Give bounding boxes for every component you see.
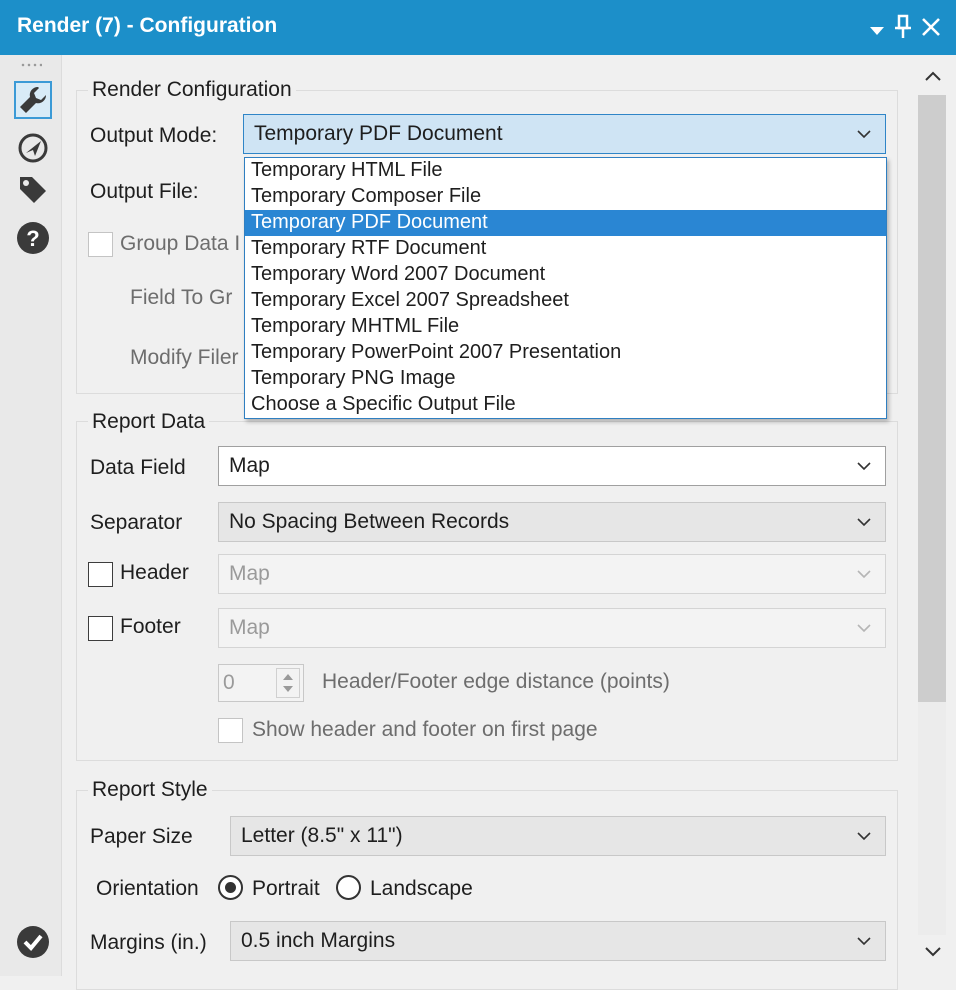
output-mode-select[interactable]: Temporary PDF Document [243, 114, 886, 154]
landscape-radio[interactable] [336, 875, 361, 900]
portrait-radio[interactable] [218, 875, 243, 900]
output-file-label: Output File: [90, 180, 199, 203]
close-icon[interactable] [921, 17, 941, 43]
window-title: Render (7) - Configuration [17, 14, 278, 37]
footer-checkbox[interactable] [88, 616, 113, 641]
dropdown-option[interactable]: Temporary Word 2007 Document [245, 262, 886, 288]
header-value: Map [229, 562, 270, 585]
group-data-label: Group Data I [120, 232, 241, 255]
dropdown-option[interactable]: Choose a Specific Output File [245, 392, 886, 418]
landscape-label: Landscape [370, 877, 473, 900]
report-data-legend: Report Data [88, 410, 210, 434]
dropdown-option[interactable]: Temporary PNG Image [245, 366, 886, 392]
margins-value: 0.5 inch Margins [241, 929, 396, 952]
report-style-legend: Report Style [88, 778, 212, 802]
help-icon[interactable]: ? [14, 219, 52, 257]
dropdown-option[interactable]: Temporary RTF Document [245, 236, 886, 262]
output-mode-dropdown-list: Temporary HTML File Temporary Composer F… [244, 157, 887, 419]
field-to-group-label: Field To Gr [130, 286, 233, 309]
margins-label: Margins (in.) [90, 931, 207, 954]
paper-size-value: Letter (8.5" x 11") [241, 824, 403, 847]
output-mode-value: Temporary PDF Document [254, 122, 503, 145]
scroll-thumb[interactable] [918, 95, 946, 702]
render-configuration-legend: Render Configuration [88, 78, 296, 102]
stepper-buttons[interactable] [276, 668, 300, 698]
chevron-down-icon [857, 130, 871, 139]
data-field-label: Data Field [90, 456, 186, 479]
navigation-icon[interactable] [14, 129, 52, 167]
pin-icon[interactable] [893, 14, 913, 46]
chevron-down-icon [857, 462, 871, 471]
dropdown-option-selected[interactable]: Temporary PDF Document [245, 210, 886, 236]
dropdown-option[interactable]: Temporary MHTML File [245, 314, 886, 340]
wrench-icon[interactable] [14, 81, 52, 119]
window-menu-arrow-icon[interactable] [868, 18, 886, 44]
scroll-up-icon[interactable] [923, 69, 943, 83]
svg-text:?: ? [26, 226, 39, 251]
configuration-panel: Render Configuration Output Mode: Tempor… [62, 55, 912, 990]
check-circle-icon[interactable] [14, 923, 52, 961]
scroll-down-icon[interactable] [923, 945, 943, 959]
chevron-down-icon [857, 832, 871, 841]
paper-size-label: Paper Size [90, 825, 193, 848]
portrait-label: Portrait [252, 877, 320, 900]
chevron-down-icon [857, 624, 871, 633]
separator-label: Separator [90, 511, 183, 534]
data-field-value: Map [229, 454, 270, 477]
title-bar: Render (7) - Configuration [0, 0, 956, 55]
edge-distance-value: 0 [223, 671, 235, 694]
dropdown-option[interactable]: Temporary Excel 2007 Spreadsheet [245, 288, 886, 314]
group-data-checkbox[interactable] [88, 232, 113, 257]
chevron-down-icon [857, 570, 871, 579]
tag-icon[interactable] [14, 171, 52, 209]
paper-size-select[interactable]: Letter (8.5" x 11") [230, 816, 886, 856]
header-label: Header [120, 561, 189, 584]
dropdown-option[interactable]: Temporary HTML File [245, 158, 886, 184]
show-first-page-label: Show header and footer on first page [252, 718, 598, 741]
header-select[interactable]: Map [218, 554, 886, 594]
edge-distance-stepper[interactable]: 0 [218, 664, 304, 702]
modify-filename-label: Modify Filer [130, 346, 239, 369]
chevron-down-icon [857, 937, 871, 946]
footer-value: Map [229, 616, 270, 639]
dropdown-option[interactable]: Temporary PowerPoint 2007 Presentation [245, 340, 886, 366]
show-first-page-checkbox[interactable] [218, 718, 243, 743]
separator-value: No Spacing Between Records [229, 510, 510, 533]
data-field-select[interactable]: Map [218, 446, 886, 486]
left-toolbar: ? [0, 55, 62, 976]
header-checkbox[interactable] [88, 562, 113, 587]
footer-label: Footer [120, 615, 181, 638]
output-mode-label: Output Mode: [90, 124, 218, 147]
chevron-down-icon [857, 518, 871, 527]
grip-handle[interactable] [20, 63, 42, 67]
orientation-label: Orientation [96, 877, 199, 900]
margins-select[interactable]: 0.5 inch Margins [230, 921, 886, 961]
dropdown-option[interactable]: Temporary Composer File [245, 184, 886, 210]
edge-distance-label: Header/Footer edge distance (points) [322, 670, 670, 693]
separator-select[interactable]: No Spacing Between Records [218, 502, 886, 542]
vertical-scrollbar[interactable] [912, 55, 956, 976]
footer-select[interactable]: Map [218, 608, 886, 648]
